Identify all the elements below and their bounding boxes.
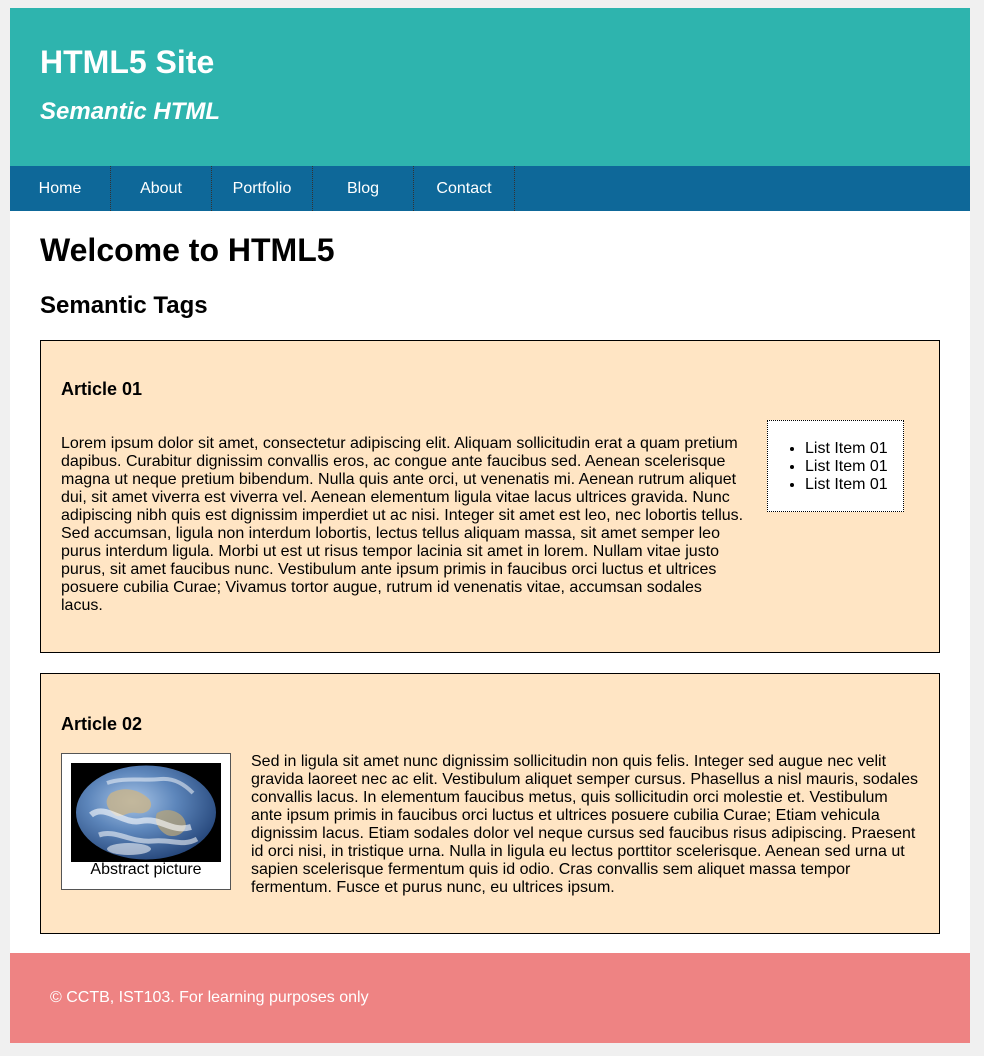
nav-item-home[interactable]: Home xyxy=(10,166,111,211)
article-02: Article 02 Abstract picture Sed in ligul… xyxy=(40,673,940,934)
list-item: List Item 01 xyxy=(805,476,903,494)
article-02-body: Sed in ligula sit amet nunc dignissim so… xyxy=(251,753,918,896)
nav-item-contact[interactable]: Contact xyxy=(414,166,515,211)
aside-list: List Item 01 List Item 01 List Item 01 xyxy=(768,421,903,494)
earth-globe-icon xyxy=(76,765,216,860)
earth-image xyxy=(71,763,221,862)
page: HTML5 Site Semantic HTML Home About Port… xyxy=(10,8,970,1043)
nav-item-portfolio[interactable]: Portfolio xyxy=(212,166,313,211)
article-01-body: Lorem ipsum dolor sit amet, consectetur … xyxy=(61,435,744,614)
article-02-title: Article 02 xyxy=(61,714,143,734)
nav-item-blog[interactable]: Blog xyxy=(313,166,414,211)
article-01-aside: List Item 01 List Item 01 List Item 01 xyxy=(767,420,904,512)
list-item: List Item 01 xyxy=(805,458,903,476)
main-content: Welcome to HTML5 Semantic Tags Article 0… xyxy=(10,211,970,934)
article-01: Article 01 Lorem ipsum dolor sit amet, c… xyxy=(40,340,940,653)
site-title: HTML5 Site xyxy=(40,44,215,80)
page-title: Welcome to HTML5 xyxy=(40,232,335,268)
picture-caption: Abstract picture xyxy=(90,861,202,878)
site-footer: © CCTB, IST103. For learning purposes on… xyxy=(10,953,970,1043)
site-header: HTML5 Site Semantic HTML xyxy=(10,8,970,166)
article-01-title: Article 01 xyxy=(61,379,143,399)
picture-figure: Abstract picture xyxy=(61,753,231,890)
list-item: List Item 01 xyxy=(805,440,903,458)
section-title: Semantic Tags xyxy=(40,292,208,319)
footer-text: © CCTB, IST103. For learning purposes on… xyxy=(50,989,369,1006)
site-subtitle: Semantic HTML xyxy=(40,98,221,125)
main-nav: Home About Portfolio Blog Contact xyxy=(10,166,970,211)
nav-item-about[interactable]: About xyxy=(111,166,212,211)
